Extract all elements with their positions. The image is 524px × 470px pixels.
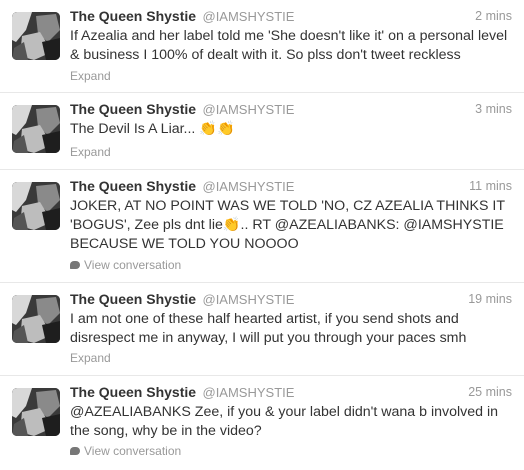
avatar[interactable] <box>12 295 60 343</box>
tweet-author-handle[interactable]: @IAMSHYSTIE <box>203 385 295 400</box>
tweet-author-handle[interactable]: @IAMSHYSTIE <box>203 9 295 24</box>
avatar[interactable] <box>12 182 60 230</box>
tweet-item[interactable]: The Queen Shystie @IAMSHYSTIE 3 mins The… <box>0 93 524 170</box>
view-conversation-link[interactable]: View conversation <box>70 444 181 458</box>
tweet-author-name[interactable]: The Queen Shystie <box>70 178 196 194</box>
tweet-timestamp[interactable]: 25 mins <box>468 385 512 399</box>
tweet-item[interactable]: The Queen Shystie @IAMSHYSTIE 25 mins @A… <box>0 376 524 470</box>
conversation-icon <box>70 261 80 269</box>
tweet-author-name[interactable]: The Queen Shystie <box>70 384 196 400</box>
tweet-item[interactable]: The Queen Shystie @IAMSHYSTIE 19 mins I … <box>0 283 524 376</box>
tweet-author-name[interactable]: The Queen Shystie <box>70 8 196 24</box>
expand-label: Expand <box>70 351 111 365</box>
conversation-icon <box>70 447 80 455</box>
expand-link[interactable]: Expand <box>70 69 111 83</box>
view-conversation-link[interactable]: View conversation <box>70 258 181 272</box>
tweet-author-handle[interactable]: @IAMSHYSTIE <box>203 102 295 117</box>
expand-label: Expand <box>70 145 111 159</box>
tweet-timestamp[interactable]: 2 mins <box>475 9 512 23</box>
avatar[interactable] <box>12 12 60 60</box>
avatar[interactable] <box>12 105 60 153</box>
tweet-item[interactable]: The Queen Shystie @IAMSHYSTIE 2 mins If … <box>0 0 524 93</box>
view-conversation-label: View conversation <box>84 444 182 458</box>
tweet-author-name[interactable]: The Queen Shystie <box>70 291 196 307</box>
tweet-timeline: The Queen Shystie @IAMSHYSTIE 2 mins If … <box>0 0 524 470</box>
view-conversation-label: View conversation <box>84 258 182 272</box>
tweet-timestamp[interactable]: 3 mins <box>475 102 512 116</box>
tweet-item[interactable]: The Queen Shystie @IAMSHYSTIE 11 mins JO… <box>0 170 524 283</box>
tweet-text: JOKER, AT NO POINT WAS WE TOLD 'NO, CZ A… <box>70 198 505 252</box>
tweet-author-name[interactable]: The Queen Shystie <box>70 101 196 117</box>
tweet-text: The Devil Is A Liar... 👏👏 <box>70 121 235 137</box>
expand-label: Expand <box>70 69 111 83</box>
tweet-timestamp[interactable]: 11 mins <box>469 179 512 193</box>
tweet-timestamp[interactable]: 19 mins <box>468 292 512 306</box>
tweet-author-handle[interactable]: @IAMSHYSTIE <box>203 292 295 307</box>
tweet-author-handle[interactable]: @IAMSHYSTIE <box>203 179 295 194</box>
expand-link[interactable]: Expand <box>70 145 111 159</box>
tweet-text: I am not one of these half hearted artis… <box>70 311 467 346</box>
avatar[interactable] <box>12 388 60 436</box>
tweet-text: If Azealia and her label told me 'She do… <box>70 28 508 63</box>
tweet-text: @AZEALIABANKS Zee, if you & your label d… <box>70 404 498 439</box>
expand-link[interactable]: Expand <box>70 351 111 365</box>
